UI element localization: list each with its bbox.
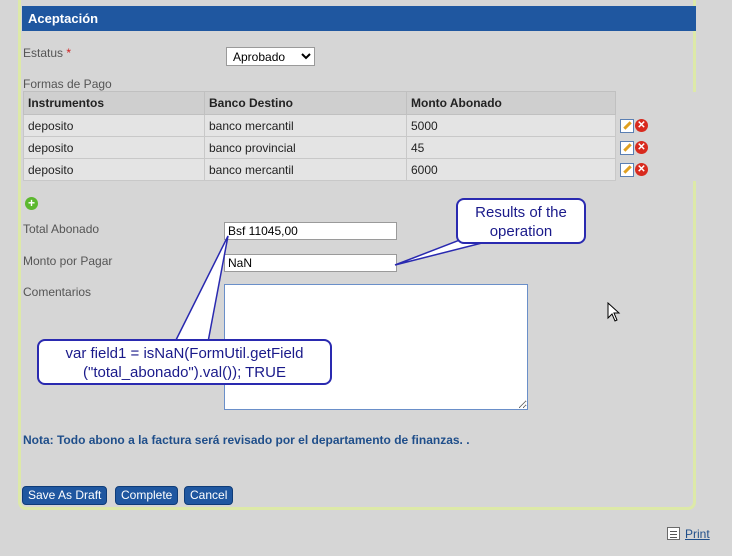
status-label-text: Estatus bbox=[23, 46, 64, 60]
cell-instrumento: deposito bbox=[23, 136, 205, 159]
cancel-button[interactable]: Cancel bbox=[184, 486, 234, 505]
cell-monto: 5000 bbox=[406, 114, 616, 137]
status-select[interactable]: Aprobado bbox=[226, 47, 315, 66]
cell-banco: banco mercantil bbox=[204, 158, 407, 181]
delete-icon[interactable]: ✕ bbox=[635, 119, 648, 133]
monto-por-pagar-label: Monto por Pagar bbox=[23, 254, 113, 268]
table-header-row: Instrumentos Banco Destino Monto Abonado bbox=[23, 91, 701, 115]
monto-por-pagar-input[interactable] bbox=[224, 254, 397, 272]
column-header-instrumentos: Instrumentos bbox=[23, 91, 205, 115]
cell-monto: 45 bbox=[406, 136, 616, 159]
print-link[interactable]: Print bbox=[685, 527, 710, 541]
table-row: deposito banco provincial 45 ✕ bbox=[23, 136, 701, 159]
row-actions: ✕ bbox=[615, 114, 701, 137]
table-row: deposito banco mercantil 6000 ✕ bbox=[23, 158, 701, 181]
table-row: deposito banco mercantil 5000 ✕ bbox=[23, 114, 701, 137]
delete-icon[interactable]: ✕ bbox=[635, 163, 648, 177]
edit-icon[interactable] bbox=[620, 118, 634, 133]
mouse-cursor-icon bbox=[607, 302, 621, 322]
column-header-monto-abonado: Monto Abonado bbox=[406, 91, 616, 115]
column-header-banco-destino: Banco Destino bbox=[204, 91, 407, 115]
cell-banco: banco provincial bbox=[204, 136, 407, 159]
payment-forms-label: Formas de Pago bbox=[23, 77, 112, 91]
payment-forms-table: Instrumentos Banco Destino Monto Abonado… bbox=[23, 91, 701, 181]
status-label: Estatus * bbox=[23, 46, 71, 60]
save-as-draft-button[interactable]: Save As Draft bbox=[22, 486, 108, 505]
cell-instrumento: deposito bbox=[23, 114, 205, 137]
comentarios-label: Comentarios bbox=[23, 285, 92, 299]
section-header: Aceptación bbox=[22, 6, 696, 31]
cell-monto: 6000 bbox=[406, 158, 616, 181]
cell-banco: banco mercantil bbox=[204, 114, 407, 137]
total-abonado-label: Total Abonado bbox=[23, 222, 100, 236]
column-header-actions bbox=[615, 91, 701, 115]
edit-icon[interactable] bbox=[620, 140, 634, 155]
finance-note: Nota: Todo abono a la factura será revis… bbox=[23, 433, 470, 447]
required-mark: * bbox=[66, 46, 72, 60]
complete-button[interactable]: Complete bbox=[115, 486, 179, 505]
code-callout: var field1 = isNaN(FormUtil.getField ("t… bbox=[37, 339, 332, 385]
total-abonado-input[interactable] bbox=[224, 222, 397, 240]
add-icon[interactable]: + bbox=[25, 197, 38, 210]
delete-icon[interactable]: ✕ bbox=[635, 141, 648, 155]
edit-icon[interactable] bbox=[620, 162, 634, 177]
cell-instrumento: deposito bbox=[23, 158, 205, 181]
row-actions: ✕ bbox=[615, 136, 701, 159]
print-icon[interactable] bbox=[667, 527, 680, 540]
results-callout: Results of the operation bbox=[456, 198, 586, 244]
row-actions: ✕ bbox=[615, 158, 701, 181]
